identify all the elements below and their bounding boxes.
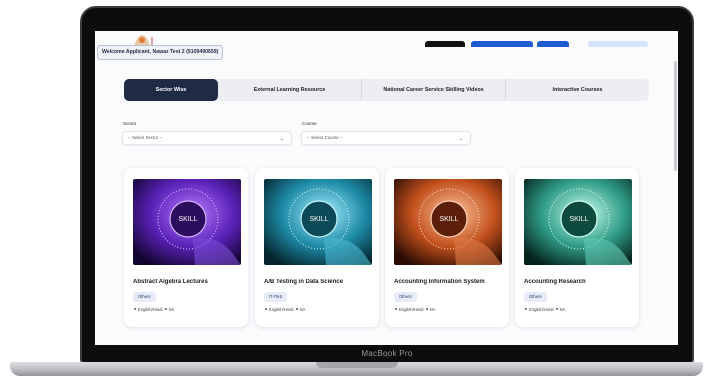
screen: Welcome Applicant, Nawaz Test 2 (9109490… (95, 31, 678, 345)
skill-dial-image: SKILL (524, 179, 632, 265)
course-meta: English/Hindi NA (524, 307, 565, 312)
course-title[interactable]: Accounting Research (524, 279, 636, 285)
header-button-4[interactable] (588, 41, 648, 47)
course-thumbnail: SKILL (394, 179, 502, 265)
category-badge: Others (133, 292, 156, 302)
header-button-3[interactable] (537, 41, 569, 47)
scrollbar[interactable] (674, 61, 677, 171)
sector-select[interactable]: -- Select Sector -- ⌄ (122, 131, 292, 145)
course-title[interactable]: Accounting Information System (394, 279, 506, 285)
laptop-notch (316, 362, 398, 368)
header-button-1[interactable] (425, 41, 465, 47)
course-duration: NA (299, 307, 306, 312)
course-title[interactable]: Abstract Algebra Lectures (133, 279, 245, 285)
category-badge: IT-ITeS (264, 292, 288, 302)
chevron-down-icon: ⌄ (279, 136, 284, 142)
tab-external-learning-resource[interactable]: External Learning Resource (218, 79, 361, 101)
course-meta: English/Hindi NA (264, 307, 305, 312)
category-badge: Others (524, 292, 547, 302)
course-duration: NA (168, 307, 175, 312)
course-title[interactable]: A/B Testing in Data Science (264, 279, 376, 285)
skill-dial-image: SKILL (264, 179, 372, 265)
course-language: English/Hindi (529, 307, 554, 312)
course-card[interactable]: SKILL Abstract Algebra Lectures Others E… (124, 168, 248, 327)
tab-bar: Sector Wise External Learning Resource N… (124, 79, 649, 101)
course-thumbnail: SKILL (133, 179, 241, 265)
course-language: English/Hindi (269, 307, 294, 312)
course-card[interactable]: SKILL Accounting Research Others English… (515, 168, 639, 327)
tab-sector-wise[interactable]: Sector Wise (124, 79, 218, 101)
course-thumbnail: SKILL (524, 179, 632, 265)
course-duration: NA (559, 307, 566, 312)
laptop-mockup: Welcome Applicant, Nawaz Test 2 (9109490… (0, 0, 713, 383)
course-select[interactable]: -- Select Course -- ⌄ (301, 131, 471, 145)
course-thumbnail: SKILL (264, 179, 372, 265)
tab-ncs-skilling-videos[interactable]: National Career Service Skilling Videos (361, 79, 505, 101)
skill-dial-image: SKILL (133, 179, 241, 265)
laptop-brand-label: MacBook Pro (361, 349, 413, 358)
course-card[interactable]: SKILL Accounting Information System Othe… (385, 168, 509, 327)
welcome-banner: Welcome Applicant, Nawaz Test 2 (9109490… (97, 45, 224, 60)
sector-select-value: -- Select Sector -- (128, 135, 163, 140)
sector-label: Sector (123, 121, 137, 126)
tab-interactive-courses[interactable]: Interactive Courses (505, 79, 649, 101)
course-card[interactable]: SKILL A/B Testing in Data Science IT-ITe… (255, 168, 379, 327)
top-bar: Welcome Applicant, Nawaz Test 2 (9109490… (95, 31, 678, 60)
course-meta: English/Hindi NA (133, 307, 174, 312)
course-label: Course (302, 121, 317, 126)
image-skill-text: SKILL (309, 216, 328, 223)
course-language: English/Hindi (138, 307, 163, 312)
category-badge: Others (394, 292, 417, 302)
course-select-value: -- Select Course -- (307, 135, 343, 140)
chevron-down-icon: ⌄ (458, 136, 463, 142)
image-skill-text: SKILL (569, 216, 588, 223)
image-skill-text: SKILL (178, 216, 197, 223)
skill-dial-image: SKILL (394, 179, 502, 265)
course-duration: NA (429, 307, 436, 312)
image-skill-text: SKILL (439, 216, 458, 223)
course-language: English/Hindi (399, 307, 424, 312)
course-meta: English/Hindi NA (394, 307, 435, 312)
header-button-2[interactable] (471, 41, 533, 47)
